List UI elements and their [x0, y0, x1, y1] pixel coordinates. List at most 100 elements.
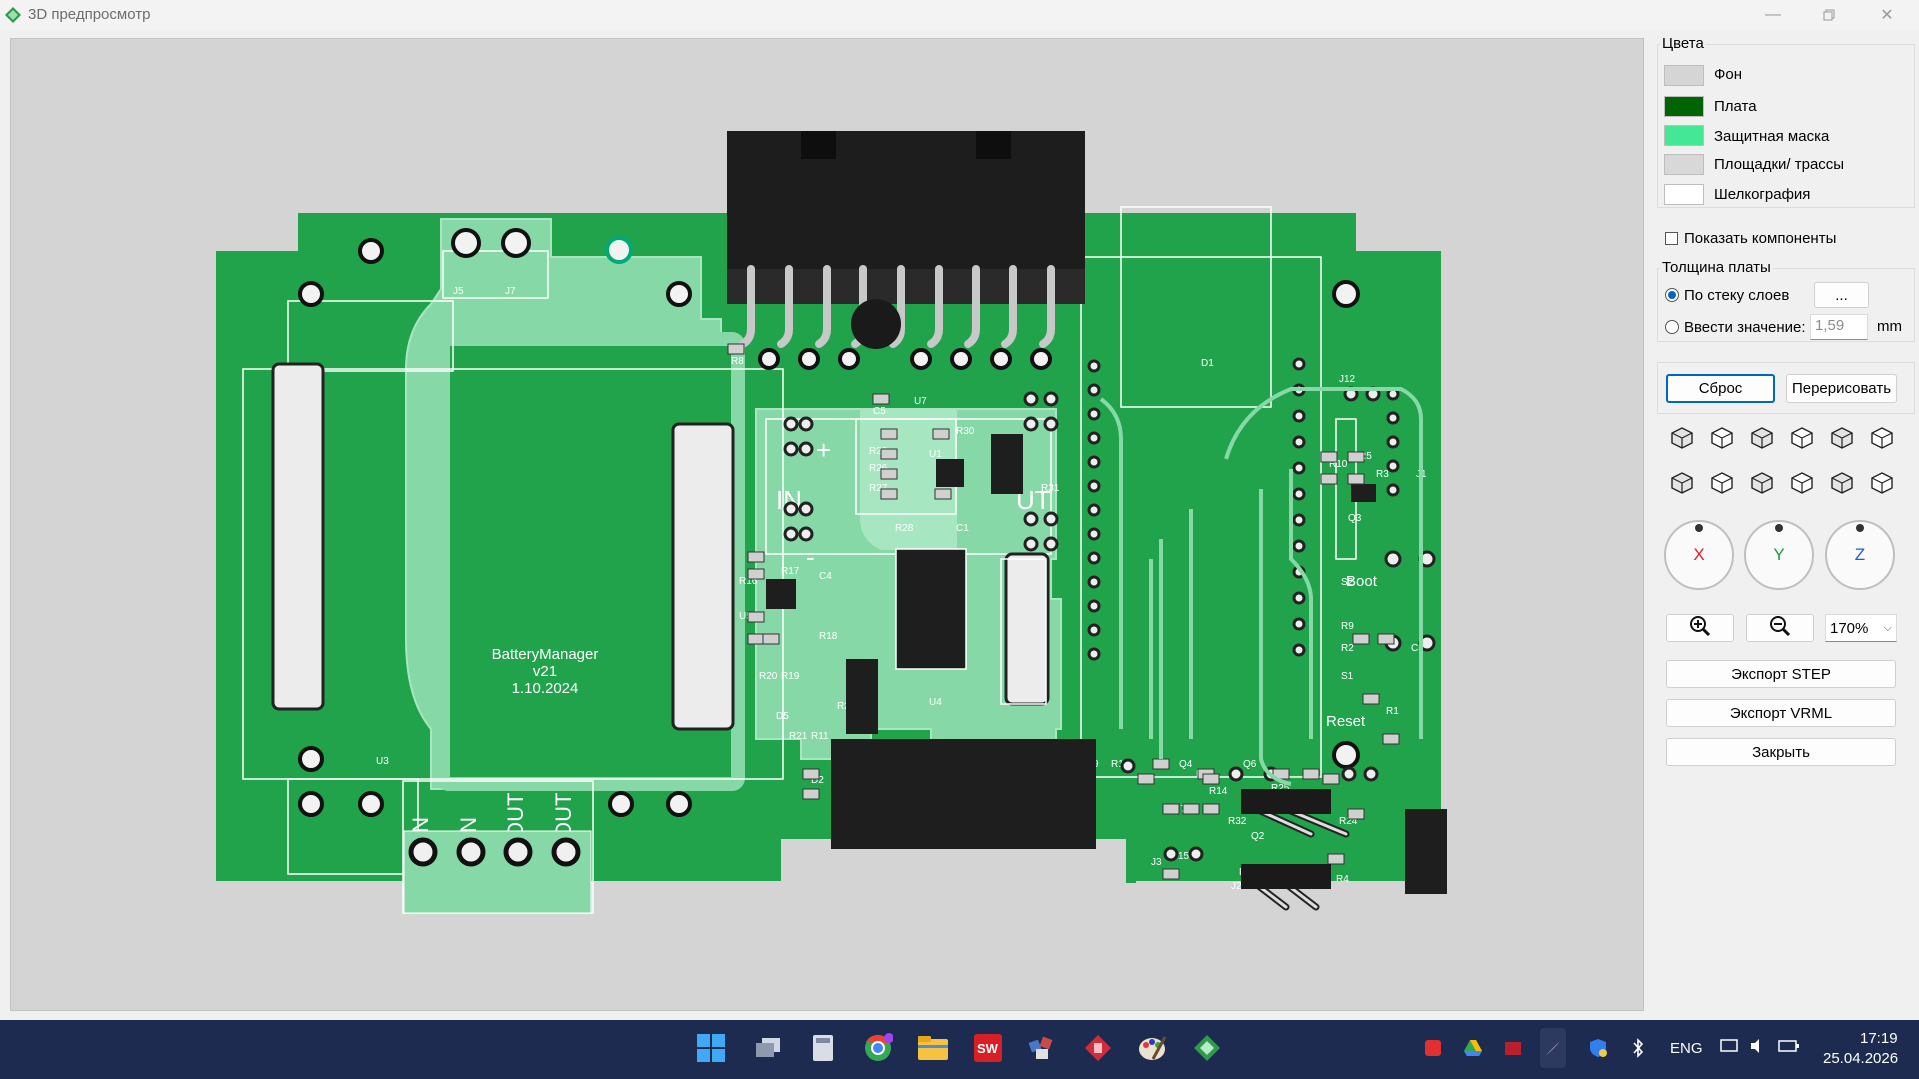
- power-pad: [798, 501, 814, 517]
- swatch-pads-traces[interactable]: [1664, 154, 1704, 175]
- smd-resistor: [1202, 773, 1220, 785]
- kicad-icon[interactable]: [1187, 1028, 1227, 1068]
- pin-hole: [950, 348, 972, 370]
- refdes-u7: U7: [914, 396, 927, 407]
- calculator-icon[interactable]: [803, 1028, 843, 1068]
- view-front-icon[interactable]: [1706, 422, 1738, 454]
- color-label-pads-traces: Площадки/ трассы: [1714, 156, 1845, 173]
- refdes-r14: R14: [1209, 786, 1228, 797]
- rotate-ccw-icon[interactable]: [1826, 467, 1858, 499]
- export-vrml-button[interactable]: Экспорт VRML: [1666, 699, 1896, 727]
- header-pin: [1363, 766, 1379, 782]
- slot-left: [271, 362, 325, 711]
- zoom-select[interactable]: 170% ⌵: [1825, 614, 1897, 642]
- view-iso-icon[interactable]: [1666, 422, 1698, 454]
- stack-options-button[interactable]: ...: [1814, 282, 1869, 308]
- clock-date[interactable]: 25.04.2026: [1823, 1050, 1898, 1067]
- refdes-j3: J3: [1151, 857, 1162, 868]
- power-pad: [1043, 536, 1059, 552]
- language-indicator[interactable]: ENG: [1670, 1040, 1703, 1057]
- close-icon[interactable]: ✕: [1864, 0, 1910, 30]
- view-cube2-icon[interactable]: [1786, 467, 1818, 499]
- header-pin: [1292, 435, 1306, 449]
- solidworks-icon[interactable]: SW: [968, 1028, 1008, 1068]
- view-top-icon[interactable]: [1866, 422, 1898, 454]
- power-pad: [1023, 416, 1039, 432]
- reset-button[interactable]: Сброс: [1666, 374, 1775, 403]
- power-pad: [1023, 511, 1039, 527]
- feather-icon[interactable]: [1540, 1028, 1566, 1068]
- refdes-c1: C1: [956, 523, 969, 534]
- rotate-cw-icon[interactable]: [1866, 467, 1898, 499]
- app-red-icon[interactable]: [1078, 1028, 1118, 1068]
- clock-time[interactable]: 17:19: [1860, 1030, 1898, 1047]
- smd-resistor: [1347, 473, 1365, 485]
- smd-resistor: [747, 568, 765, 580]
- refdes-r28: R28: [895, 523, 914, 534]
- zoom-out-button[interactable]: [1746, 614, 1814, 642]
- bottom-conn-1: [831, 739, 951, 849]
- pcb-render: BatteryManager v21 1.10.2024 IN UT + - +…: [216, 131, 1447, 914]
- refdes-r11: R11: [811, 731, 829, 742]
- dial-z[interactable]: Z: [1825, 520, 1895, 590]
- show-components-label: Показать компоненты: [1684, 230, 1837, 247]
- smd-resistor: [1137, 773, 1155, 785]
- export-step-button[interactable]: Экспорт STEP: [1666, 660, 1896, 688]
- swatch-background[interactable]: [1664, 65, 1704, 86]
- thickness-value-field[interactable]: 1,59: [1810, 314, 1868, 340]
- swatch-solder-mask[interactable]: [1664, 125, 1704, 146]
- swatch-board[interactable]: [1664, 96, 1704, 117]
- refdes-q4: Q4: [1179, 759, 1193, 770]
- close-button[interactable]: Закрыть: [1666, 738, 1896, 766]
- zoom-in-button[interactable]: [1666, 614, 1734, 642]
- power-pad: [783, 526, 799, 542]
- dial-x[interactable]: X: [1664, 520, 1734, 590]
- battery-icon: [1777, 1039, 1800, 1057]
- dial-y[interactable]: Y: [1744, 520, 1814, 590]
- minimize-icon[interactable]: —: [1750, 0, 1796, 30]
- view-back-icon[interactable]: [1746, 422, 1778, 454]
- google-drive-icon[interactable]: [1460, 1028, 1486, 1068]
- pin-hole: [910, 348, 932, 370]
- tray-box-icon[interactable]: [1500, 1028, 1526, 1068]
- header-pin: [1120, 758, 1136, 774]
- header-pin: [1386, 459, 1400, 473]
- kicad-logo-icon: [4, 6, 22, 28]
- refdes-j7: J7: [505, 286, 516, 297]
- view-cube-icon[interactable]: [1746, 467, 1778, 499]
- stack-radio[interactable]: [1665, 288, 1679, 302]
- header-pin: [1386, 435, 1400, 449]
- file-explorer-icon[interactable]: [913, 1028, 953, 1068]
- swatch-silkscreen[interactable]: [1664, 184, 1704, 205]
- app-blocks-icon[interactable]: [1022, 1028, 1062, 1068]
- tray-red-icon[interactable]: [1420, 1028, 1446, 1068]
- refdes-r19: R19: [781, 671, 800, 682]
- silk-date: 1.10.2024: [512, 680, 579, 697]
- system-tray-status[interactable]: [1715, 1028, 1805, 1068]
- view-bottom-icon[interactable]: [1666, 467, 1698, 499]
- dial-z-label: Z: [1854, 545, 1866, 564]
- show-components-checkbox[interactable]: [1665, 232, 1678, 245]
- bluetooth-icon[interactable]: [1625, 1028, 1651, 1068]
- view-left-icon[interactable]: [1786, 422, 1818, 454]
- windows-start-icon[interactable]: [691, 1028, 731, 1068]
- redraw-button[interactable]: Перерисовать: [1786, 374, 1897, 403]
- smd-resistor: [1162, 868, 1180, 880]
- smd-resistor: [727, 343, 745, 355]
- header-pin: [1087, 623, 1101, 637]
- shield-icon[interactable]: [1585, 1028, 1611, 1068]
- bottom-conn-2: [946, 739, 1096, 849]
- value-radio[interactable]: [1665, 320, 1679, 334]
- header-pin: [1292, 513, 1306, 527]
- 3d-viewport[interactable]: BatteryManager v21 1.10.2024 IN UT + - +…: [10, 38, 1644, 1011]
- settings-panel: Цвета Фон Плата Защитная маска Площадки/…: [1652, 30, 1919, 1020]
- restore-icon[interactable]: [1806, 0, 1852, 30]
- header-pin: [1228, 766, 1244, 782]
- task-view-icon[interactable]: [748, 1028, 788, 1068]
- chrome-icon[interactable]: [858, 1028, 898, 1068]
- view-persp-icon[interactable]: [1706, 467, 1738, 499]
- view-right-icon[interactable]: [1826, 422, 1858, 454]
- power-pad: [783, 441, 799, 457]
- paint-icon[interactable]: [1132, 1028, 1172, 1068]
- zoom-in-icon: [1689, 615, 1711, 641]
